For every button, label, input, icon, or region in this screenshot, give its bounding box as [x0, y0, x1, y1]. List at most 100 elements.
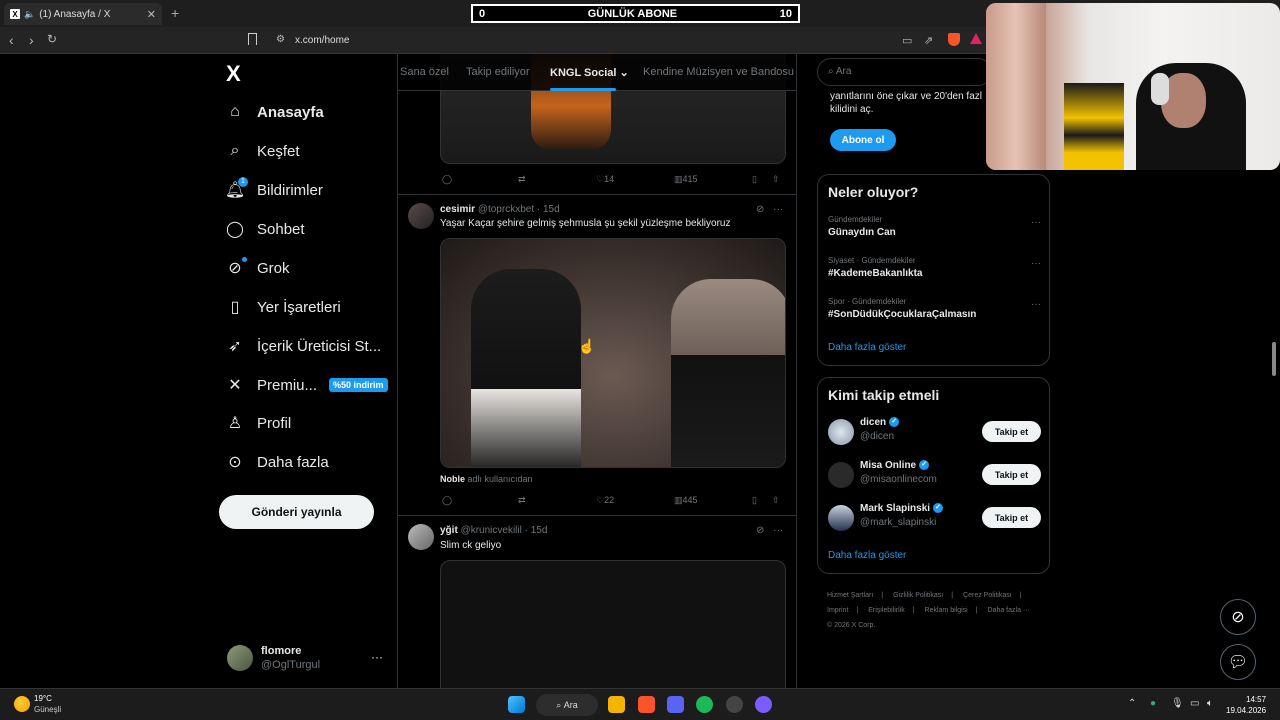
brave-rewards-icon[interactable] [970, 33, 982, 44]
follow-suggestion[interactable]: Mark Slapinski ✓ @mark_slapinski Takip et [828, 503, 1041, 533]
tweet-more-icon[interactable]: ··· [773, 204, 783, 215]
tab-list[interactable]: Kendine Müzisyen ve Bandosu [643, 66, 794, 78]
who-show-more-link[interactable]: Daha fazla göster [828, 550, 906, 561]
weather-sun-icon[interactable] [14, 696, 30, 712]
follow-suggestion[interactable]: Misa Online ✓ @misaonlinecom Takip et [828, 460, 1041, 490]
bookmark-icon[interactable]: ▯ [752, 174, 757, 185]
trend-item[interactable]: Gündemdekiler Günaydın Can ··· [828, 215, 1041, 238]
tweet-author-name[interactable]: cesimir [440, 204, 475, 215]
grok-explain-icon[interactable]: ⊘ [756, 525, 764, 536]
weather-status[interactable]: Güneşli [34, 705, 61, 714]
speaker-icon[interactable]: 🔈 [24, 9, 35, 20]
reply-icon[interactable]: ◯ [442, 174, 452, 185]
footer-ads-info[interactable]: Reklam bilgisi [925, 607, 968, 614]
x-logo-icon[interactable]: X [226, 61, 241, 87]
browser-tab[interactable]: X 🔈 (1) Anasayfa / X ✕ [4, 3, 162, 25]
footer-imprint[interactable]: Imprint [827, 607, 848, 614]
search-input[interactable]: ⌕ Ara [817, 58, 992, 86]
bookmark-icon[interactable]: ▯ [752, 495, 757, 506]
post-button[interactable]: Gönderi yayınla [219, 495, 374, 529]
nav-item-explore[interactable]: ⌕ Keşfet [226, 136, 300, 166]
account-name[interactable]: flomore [261, 645, 301, 657]
microphone-icon[interactable]: 🎙︎ [1171, 698, 1184, 709]
cast-icon[interactable]: ▭ [902, 34, 912, 47]
page-scrollbar[interactable] [1272, 342, 1276, 376]
grok-floating-icon[interactable]: ⊘ [1220, 599, 1256, 635]
share-icon[interactable]: ⇧ [772, 174, 780, 185]
footer-terms[interactable]: Hizmet Şartları [827, 592, 873, 599]
nav-item-profile[interactable]: ♙ Profil [226, 408, 291, 438]
bookmark-page-icon[interactable] [248, 33, 257, 45]
tweet-author-name[interactable]: yğit [440, 525, 458, 536]
site-settings-icon[interactable]: ⚙ [276, 34, 285, 45]
trend-item[interactable]: Siyaset · Gündemdekiler #KademeBakanlıkt… [828, 256, 1041, 279]
follow-button[interactable]: Takip et [982, 421, 1041, 442]
new-tab-button[interactable]: + [171, 5, 179, 21]
nav-item-creator-studio[interactable]: ➶ İçerik Üreticisi St... [226, 331, 381, 361]
account-more-icon[interactable]: ··· [371, 650, 383, 664]
suggestion-avatar[interactable] [828, 419, 854, 445]
tweet-avatar[interactable] [408, 524, 434, 550]
close-tab-icon[interactable]: ✕ [147, 8, 156, 21]
footer-cookies[interactable]: Çerez Politikası [963, 592, 1012, 599]
tweet-video[interactable] [440, 560, 786, 688]
views-icon[interactable]: ▥ 415 [674, 174, 698, 185]
follow-button[interactable]: Takip et [982, 464, 1041, 485]
brave-shields-icon[interactable] [948, 33, 960, 46]
network-icon[interactable]: ▭ [1190, 698, 1199, 709]
reload-icon[interactable]: ↻ [47, 32, 57, 46]
tweet-more-icon[interactable]: ··· [773, 525, 783, 536]
nav-item-premium[interactable]: ✕ Premiu... %50 indirim [226, 370, 388, 400]
like-icon[interactable]: ♡ 14 [596, 174, 614, 185]
trend-more-icon[interactable]: ··· [1031, 258, 1041, 269]
suggestion-avatar[interactable] [828, 505, 854, 531]
retweet-icon[interactable]: ⇄ [518, 495, 526, 506]
grok-explain-icon[interactable]: ⊘ [756, 204, 764, 215]
app-icon[interactable] [726, 696, 743, 713]
share-icon[interactable]: ⇗ [924, 34, 933, 47]
forward-icon[interactable]: › [29, 32, 34, 48]
weather-temp[interactable]: 19°C [34, 694, 52, 703]
volume-icon[interactable]: 🔈︎ [1207, 698, 1213, 709]
brave-browser-icon[interactable] [638, 696, 655, 713]
back-icon[interactable]: ‹ [9, 32, 14, 48]
tweet-time[interactable]: · 15d [537, 204, 560, 215]
trends-show-more-link[interactable]: Daha fazla göster [828, 342, 906, 353]
url-field[interactable]: x.com/home [295, 35, 349, 46]
tab-kngl-social[interactable]: KNGL Social ⌄ [550, 66, 629, 79]
follow-button[interactable]: Takip et [982, 507, 1041, 528]
spotify-icon[interactable] [696, 696, 713, 713]
reply-icon[interactable]: ◯ [442, 495, 452, 506]
file-explorer-icon[interactable] [608, 696, 625, 713]
nav-item-more[interactable]: ⊙ Daha fazla [226, 447, 328, 477]
tweet-avatar[interactable] [408, 203, 434, 229]
trend-more-icon[interactable]: ··· [1031, 217, 1041, 228]
nav-item-bookmarks[interactable]: ▯ Yer İşaretleri [226, 292, 341, 322]
tab-following[interactable]: Takip ediliyor [466, 66, 530, 78]
retweet-icon[interactable]: ⇄ [518, 174, 526, 185]
share-icon[interactable]: ⇧ [772, 495, 780, 506]
suggestion-avatar[interactable] [828, 462, 854, 488]
tweet-author-handle[interactable]: @krunicvekilil [461, 525, 522, 536]
footer-accessibility[interactable]: Erişilebilirlik [868, 607, 905, 614]
footer-privacy[interactable]: Gizlilik Politikası [893, 592, 943, 599]
trend-more-icon[interactable]: ··· [1031, 299, 1041, 310]
tweet-author-handle[interactable]: @toprckxbet [478, 204, 534, 215]
nav-item-notifications[interactable]: 🔔︎ 1 Bildirimler [225, 175, 323, 205]
taskbar-clock[interactable]: 14:57 19.04.2026 [1226, 694, 1266, 716]
messages-floating-icon[interactable]: 💬︎ [1220, 644, 1256, 680]
tray-chevron-icon[interactable]: ⌃ [1128, 698, 1136, 709]
discord-icon[interactable] [667, 696, 684, 713]
attribution-name[interactable]: Noble [440, 474, 465, 484]
subscribe-button[interactable]: Abone ol [830, 129, 896, 151]
tray-app-icon[interactable]: ● [1150, 698, 1156, 709]
tab-for-you[interactable]: Sana özel [400, 66, 449, 78]
nav-item-chat[interactable]: ◯ Sohbet [226, 214, 305, 244]
trend-item[interactable]: Spor · Gündemdekiler #SonDüdükÇocuklaraÇ… [828, 297, 1041, 320]
tweet-video[interactable] [440, 238, 786, 468]
follow-suggestion[interactable]: dicen ✓ @dicen Takip et [828, 417, 1041, 447]
start-windows-icon[interactable] [508, 696, 525, 713]
taskbar-search[interactable]: ⌕ Ara [536, 694, 598, 716]
nav-item-home[interactable]: ⌂ Anasayfa [226, 97, 324, 127]
nav-item-grok[interactable]: ⊘ Grok [226, 253, 290, 283]
